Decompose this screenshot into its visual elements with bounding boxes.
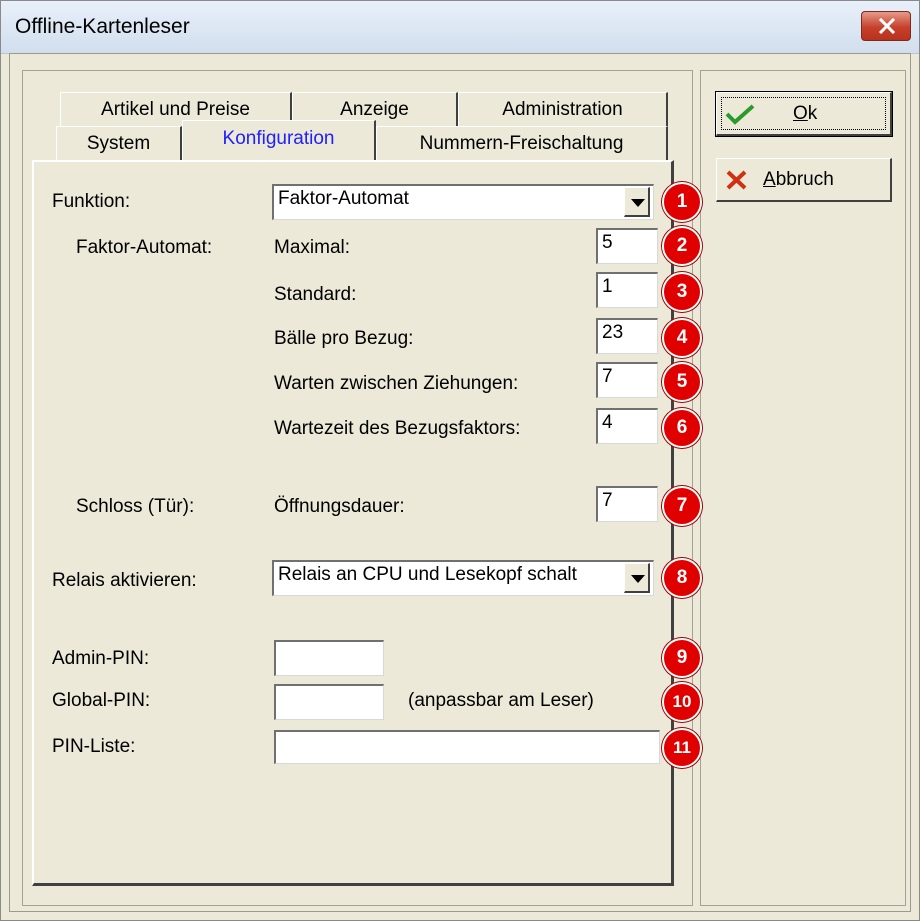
maximal-value: 5 <box>602 232 613 253</box>
callout-badge-1: 1 <box>662 182 702 222</box>
ok-label: Ok <box>793 103 817 125</box>
relais-dropdown-button[interactable] <box>624 563 650 593</box>
global-pin-label: Global-PIN: <box>52 690 151 711</box>
funktion-dropdown-button[interactable] <box>624 187 650 217</box>
callout-badge-3: 3 <box>662 272 702 312</box>
relais-label: Relais aktivieren: <box>52 570 197 591</box>
maximal-label: Maximal: <box>274 237 351 258</box>
x-icon <box>726 170 747 190</box>
warten-label: Warten zwischen Ziehungen: <box>274 373 519 394</box>
warten-value: 7 <box>602 366 613 387</box>
cancel-button[interactable]: Abbruch <box>716 158 892 202</box>
checkmark-icon <box>725 104 755 125</box>
tab-administration[interactable]: Administration <box>458 92 668 126</box>
chevron-down-icon <box>631 575 645 583</box>
callout-badge-7: 7 <box>662 486 702 526</box>
callout-badge-10: 10 <box>662 682 702 722</box>
baelle-label: Bälle pro Bezug: <box>274 328 414 349</box>
callout-badge-11: 11 <box>662 728 702 768</box>
pin-liste-input[interactable] <box>274 730 660 764</box>
ok-mnemonic: O <box>793 103 808 124</box>
relais-select[interactable]: Relais an CPU und Lesekopf schalt <box>272 560 654 596</box>
chevron-down-icon <box>631 199 645 207</box>
ok-button[interactable]: Ok <box>715 91 893 137</box>
faktor-automat-group-label: Faktor-Automat: <box>76 237 213 258</box>
tab-label: System <box>86 133 151 154</box>
title-bar: Offline-Kartenleser <box>1 1 919 54</box>
global-pin-hint: (anpassbar am Leser) <box>408 690 594 711</box>
cancel-label-rest: bbruch <box>775 169 834 190</box>
relais-select-value: Relais an CPU und Lesekopf schalt <box>278 564 577 585</box>
callout-badge-6: 6 <box>662 408 702 448</box>
callout-badge-2: 2 <box>662 226 702 266</box>
callout-badge-4: 4 <box>662 318 702 358</box>
tab-label: Nummern-Freischaltung <box>419 133 624 154</box>
warten-input[interactable]: 7 <box>596 362 658 398</box>
wartezeit-label: Wartezeit des Bezugsfaktors: <box>274 418 521 439</box>
window-title: Offline-Kartenleser <box>15 15 190 38</box>
baelle-input[interactable]: 23 <box>596 318 658 354</box>
global-pin-input[interactable] <box>274 684 384 720</box>
standard-value: 1 <box>602 276 613 297</box>
baelle-value: 23 <box>602 322 624 343</box>
pin-liste-label: PIN-Liste: <box>52 736 136 757</box>
tab-system[interactable]: System <box>56 126 182 160</box>
maximal-input[interactable]: 5 <box>596 228 658 264</box>
tab-page-konfiguration <box>32 160 674 886</box>
tab-nummern-freischaltung[interactable]: Nummern-Freischaltung <box>376 126 668 160</box>
callout-badge-9: 9 <box>662 638 702 678</box>
ok-label-rest: k <box>807 103 818 124</box>
funktion-select[interactable]: Faktor-Automat <box>272 184 654 220</box>
wartezeit-value: 4 <box>602 412 613 433</box>
tab-label: Anzeige <box>340 99 409 120</box>
tab-konfiguration[interactable]: Konfiguration <box>182 120 376 160</box>
callout-badge-5: 5 <box>662 362 702 402</box>
admin-pin-label: Admin-PIN: <box>52 648 150 669</box>
tab-label: Konfiguration <box>222 128 335 149</box>
standard-input[interactable]: 1 <box>596 272 658 308</box>
tab-label: Administration <box>502 99 623 120</box>
close-icon <box>878 18 896 34</box>
callout-badge-8: 8 <box>662 558 702 598</box>
standard-label: Standard: <box>274 284 357 305</box>
cancel-label: Abbruch <box>763 169 834 191</box>
tab-label: Artikel und Preise <box>101 99 250 120</box>
wartezeit-input[interactable]: 4 <box>596 408 658 444</box>
oeffnungsdauer-input[interactable]: 7 <box>596 486 658 522</box>
oeffnungsdauer-value: 7 <box>602 490 613 511</box>
funktion-select-value: Faktor-Automat <box>278 188 409 209</box>
funktion-label: Funktion: <box>52 191 131 212</box>
admin-pin-input[interactable] <box>274 640 384 676</box>
cancel-mnemonic: A <box>763 169 776 190</box>
close-button[interactable] <box>861 11 911 41</box>
schloss-label: Schloss (Tür): <box>76 496 195 517</box>
oeffnungsdauer-label: Öffnungsdauer: <box>274 496 405 517</box>
